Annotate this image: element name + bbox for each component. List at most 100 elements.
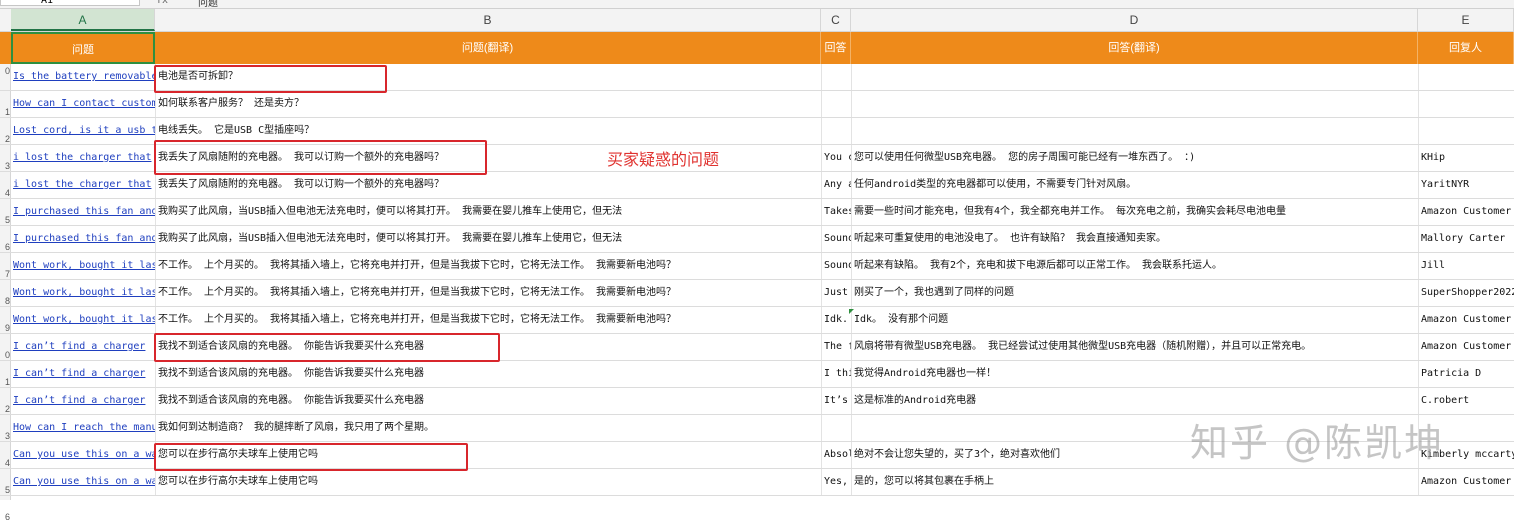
table-row: I can’t find a charger 我找不到适合该风扇的充电器。 你能… — [0, 334, 1514, 361]
responder-cell[interactable]: Mallory Carter — [1418, 226, 1514, 252]
answer-cell[interactable]: You c — [821, 145, 851, 171]
column-header-e[interactable]: E — [1418, 9, 1514, 31]
answer-translation-cell[interactable]: 我觉得Android充电器也一样！ — [851, 361, 1418, 387]
answer-translation-cell[interactable]: 是的，您可以将其包裹在手柄上 — [851, 469, 1418, 495]
answer-cell[interactable]: I thi — [821, 361, 851, 387]
answer-cell[interactable]: Any a — [821, 172, 851, 198]
answer-translation-cell[interactable]: 任何android类型的充电器都可以使用，不需要专门针对风扇。 — [851, 172, 1418, 198]
question-translation-cell[interactable]: 不工作。 上个月买的。 我将其插入墙上，它将充电并打开，但是当我拔下它时，它将无… — [155, 253, 821, 279]
question-cell[interactable]: I can’t find a charger — [11, 388, 155, 414]
question-translation-cell[interactable]: 我找不到适合该风扇的充电器。 你能告诉我要买什么充电器 — [155, 361, 821, 387]
question-translation-cell[interactable]: 不工作。 上个月买的。 我将其插入墙上，它将充电并打开，但是当我拔下它时，它将无… — [155, 307, 821, 333]
column-header-c[interactable]: C — [821, 9, 851, 31]
formula-input[interactable]: 问题 — [198, 0, 218, 8]
header-responder[interactable]: 回复人 — [1418, 32, 1514, 64]
question-cell[interactable]: Can you use this on a wa — [11, 469, 155, 495]
responder-cell[interactable]: YaritNYR — [1418, 172, 1514, 198]
table-row: Wont work, bought it last 不工作。 上个月买的。 我将… — [0, 253, 1514, 280]
question-cell[interactable]: I can’t find a charger — [11, 361, 155, 387]
fx-icon[interactable]: fx — [156, 0, 168, 6]
answer-translation-cell[interactable]: 需要一些时间才能充电，但我有4个，我全都充电并工作。 每次充电之前，我确实会耗尽… — [851, 199, 1418, 225]
column-header-d[interactable]: D — [851, 9, 1418, 31]
responder-cell[interactable]: Amazon Customer — [1418, 469, 1514, 495]
table-row: Wont work, bought it last 不工作。 上个月买的。 我将… — [0, 307, 1514, 334]
question-translation-cell[interactable]: 我如何到达制造商？ 我的腿摔断了风扇，我只用了两个星期。 — [155, 415, 821, 441]
question-cell[interactable]: Can you use this on a wa — [11, 442, 155, 468]
responder-cell[interactable]: Patricia D — [1418, 361, 1514, 387]
answer-cell[interactable]: Sound — [821, 226, 851, 252]
question-cell[interactable]: Wont work, bought it last — [11, 253, 155, 279]
question-translation-cell[interactable]: 不工作。 上个月买的。 我将其插入墙上，它将充电并打开，但是当我拔下它时，它将无… — [155, 280, 821, 306]
answer-translation-cell[interactable]: 这是标准的Android充电器 — [851, 388, 1418, 414]
answer-translation-cell[interactable] — [851, 91, 1418, 117]
column-header-a[interactable]: A — [11, 9, 155, 31]
question-cell[interactable]: Lost cord, is it a usb type — [11, 118, 155, 144]
row-number[interactable]: 6 — [0, 512, 10, 522]
table-row: I can’t find a charger 我找不到适合该风扇的充电器。 你能… — [0, 361, 1514, 388]
question-cell[interactable]: i lost the charger that — [11, 145, 155, 171]
question-translation-cell[interactable]: 我丢失了风扇随附的充电器。 我可以订购一个额外的充电器吗？ — [155, 172, 821, 198]
responder-cell[interactable]: C.robert — [1418, 388, 1514, 414]
answer-translation-cell[interactable] — [851, 64, 1418, 90]
question-translation-cell[interactable]: 我找不到适合该风扇的充电器。 你能告诉我要买什么充电器 — [155, 334, 821, 360]
header-answer-translation[interactable]: 回答(翻译) — [851, 32, 1418, 64]
question-cell[interactable]: I can’t find a charger — [11, 334, 155, 360]
answer-cell[interactable]: Absol — [821, 442, 851, 468]
responder-cell[interactable]: Amazon Customer — [1418, 199, 1514, 225]
responder-cell[interactable]: Amazon Customer — [1418, 307, 1514, 333]
question-translation-cell[interactable]: 我丢失了风扇随附的充电器。 我可以订购一个额外的充电器吗？ — [155, 145, 821, 171]
responder-cell[interactable]: KHip — [1418, 145, 1514, 171]
cell-comment-indicator[interactable] — [849, 309, 854, 314]
question-cell[interactable]: How can I reach the manu — [11, 415, 155, 441]
answer-cell[interactable] — [821, 415, 851, 441]
question-cell[interactable]: I purchased this fan and — [11, 199, 155, 225]
question-cell[interactable]: Is the battery removable — [11, 64, 155, 90]
column-header-b[interactable]: B — [155, 9, 821, 31]
header-answer[interactable]: 回答 — [821, 32, 851, 64]
question-translation-cell[interactable]: 您可以在步行高尔夫球车上使用它吗 — [155, 442, 821, 468]
table-row: Can you use this on a wa 您可以在步行高尔夫球车上使用它… — [0, 469, 1514, 496]
column-headers: A B C D E — [0, 9, 1514, 32]
question-translation-cell[interactable]: 电池是否可拆卸？ — [155, 64, 821, 90]
question-translation-cell[interactable]: 我购买了此风扇，当USB插入但电池无法充电时，便可以将其打开。 我需要在婴儿推车… — [155, 226, 821, 252]
answer-cell[interactable]: Yes, — [821, 469, 851, 495]
table-header-row: 问题 问题(翻译) 回答 回答(翻译) 回复人 — [0, 32, 1514, 64]
responder-cell[interactable] — [1418, 118, 1514, 144]
question-cell[interactable]: Wont work, bought it last — [11, 280, 155, 306]
responder-cell[interactable]: Amazon Customer — [1418, 334, 1514, 360]
answer-translation-cell[interactable]: 风扇将带有微型USB充电器。 我已经尝试过使用其他微型USB充电器（随机附赠），… — [851, 334, 1418, 360]
responder-cell[interactable] — [1418, 91, 1514, 117]
question-cell[interactable]: Wont work, bought it last — [11, 307, 155, 333]
answer-translation-cell[interactable]: 刚买了一个，我也遇到了同样的问题 — [851, 280, 1418, 306]
answer-translation-cell[interactable] — [851, 118, 1418, 144]
header-question[interactable]: 问题 — [11, 32, 155, 64]
answer-cell[interactable] — [821, 91, 851, 117]
question-translation-cell[interactable]: 您可以在步行高尔夫球车上使用它吗 — [155, 469, 821, 495]
responder-cell[interactable]: Jill — [1418, 253, 1514, 279]
question-cell[interactable]: i lost the charger that — [11, 172, 155, 198]
answer-cell[interactable]: Just — [821, 280, 851, 306]
header-question-translation[interactable]: 问题(翻译) — [155, 32, 821, 64]
answer-cell[interactable]: It’s — [821, 388, 851, 414]
responder-cell[interactable] — [1418, 64, 1514, 90]
answer-translation-cell[interactable]: 听起来有缺陷。 我有2个，充电和拔下电源后都可以正常工作。 我会联系托运人。 — [851, 253, 1418, 279]
answer-cell[interactable]: Idk. — [821, 307, 851, 333]
table-row: Lost cord, is it a usb type 电线丢失。 它是USB … — [0, 118, 1514, 145]
answer-cell[interactable] — [821, 118, 851, 144]
answer-translation-cell[interactable]: Idk。 没有那个问题 — [851, 307, 1418, 333]
answer-translation-cell[interactable]: 听起来可重复使用的电池没电了。 也许有缺陷？ 我会直接通知卖家。 — [851, 226, 1418, 252]
answer-cell[interactable]: Takes — [821, 199, 851, 225]
question-translation-cell[interactable]: 如何联系客户服务？ 还是卖方？ — [155, 91, 821, 117]
question-translation-cell[interactable]: 我找不到适合该风扇的充电器。 你能告诉我要买什么充电器 — [155, 388, 821, 414]
question-cell[interactable]: I purchased this fan and — [11, 226, 155, 252]
table-row: I can’t find a charger 我找不到适合该风扇的充电器。 你能… — [0, 388, 1514, 415]
answer-cell[interactable]: Sound — [821, 253, 851, 279]
answer-translation-cell[interactable]: 您可以使用任何微型USB充电器。 您的房子周围可能已经有一堆东西了。 ：) — [851, 145, 1418, 171]
question-translation-cell[interactable]: 我购买了此风扇，当USB插入但电池无法充电时，便可以将其打开。 我需要在婴儿推车… — [155, 199, 821, 225]
question-translation-cell[interactable]: 电线丢失。 它是USB C型插座吗？ — [155, 118, 821, 144]
answer-cell[interactable]: The f — [821, 334, 851, 360]
responder-cell[interactable]: SuperShopper2022 — [1418, 280, 1514, 306]
question-cell[interactable]: How can I contact customer service — [11, 91, 155, 117]
answer-cell[interactable] — [821, 64, 851, 90]
name-box[interactable]: A1 — [0, 0, 140, 6]
